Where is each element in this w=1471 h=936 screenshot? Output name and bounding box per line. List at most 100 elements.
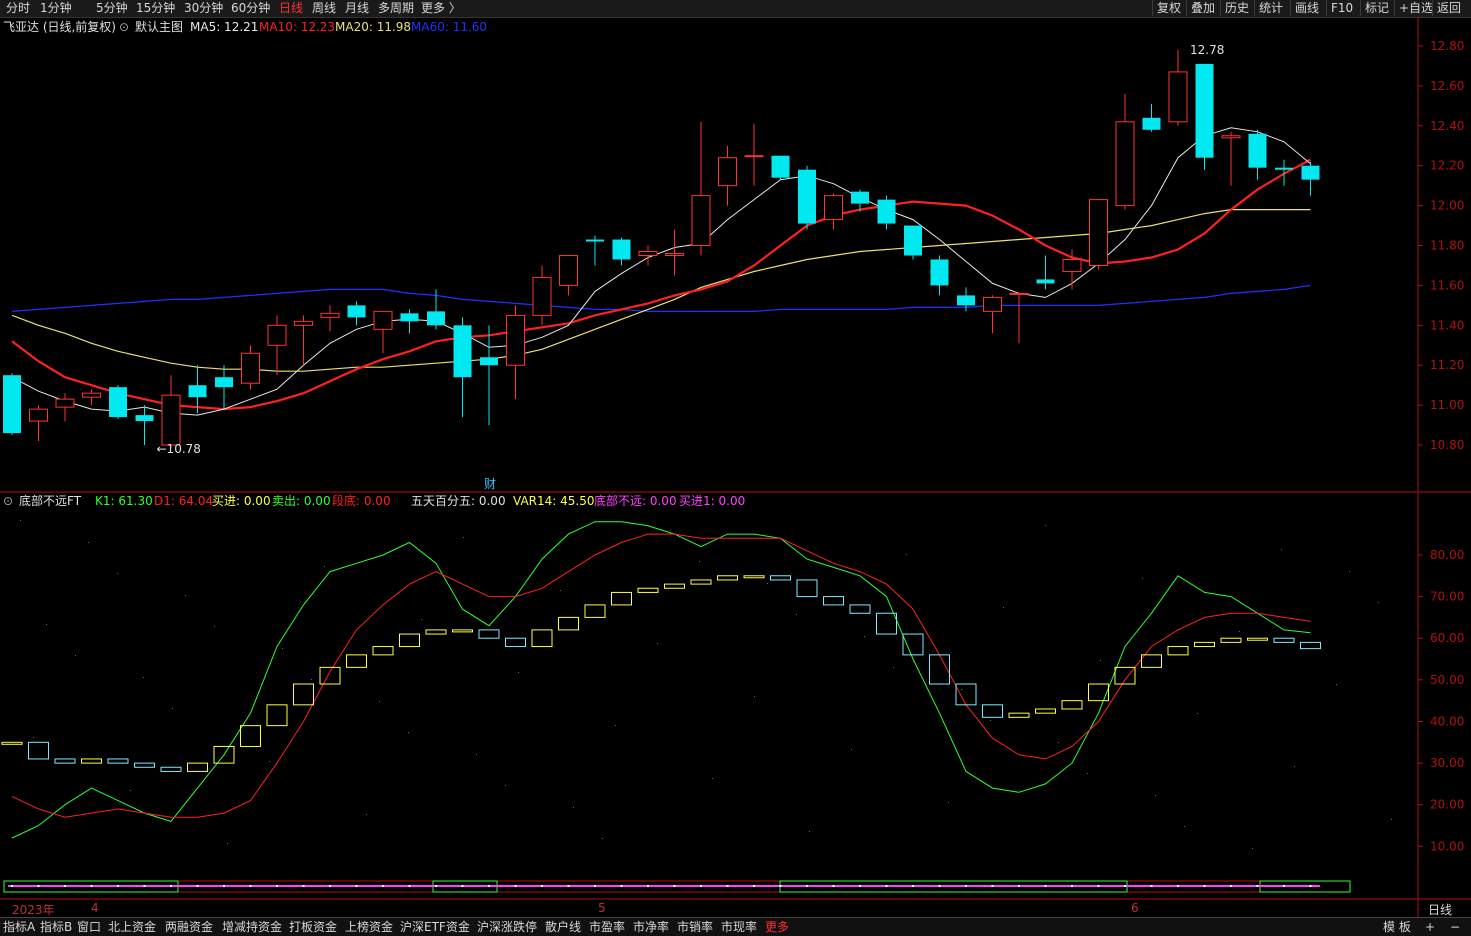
period-tab-more[interactable]: 更多 〉 bbox=[421, 1, 461, 16]
tab-margin[interactable]: 两融资金 bbox=[165, 919, 213, 935]
period-tab-5min[interactable]: 5分钟 bbox=[96, 1, 128, 16]
candle-body-up[interactable] bbox=[82, 392, 101, 398]
history-button[interactable]: 历史 bbox=[1220, 0, 1253, 16]
candle-body-down[interactable] bbox=[1301, 165, 1320, 180]
candle-body-up[interactable] bbox=[718, 157, 737, 187]
tab-pb[interactable]: 市净率 bbox=[633, 919, 669, 935]
candle-body-down[interactable] bbox=[1275, 167, 1293, 170]
period-tab-15min[interactable]: 15分钟 bbox=[136, 1, 175, 16]
var14-box bbox=[558, 616, 579, 631]
candle-body-down[interactable] bbox=[798, 169, 816, 224]
period-tab-1min[interactable]: 1分钟 bbox=[40, 1, 72, 16]
candle-body-up[interactable] bbox=[532, 276, 552, 316]
candle-body-down[interactable] bbox=[1248, 133, 1267, 168]
draw-line-button[interactable]: 画线 bbox=[1290, 0, 1323, 16]
candle-body-up[interactable] bbox=[1168, 71, 1188, 123]
candle-body-up[interactable] bbox=[55, 398, 75, 408]
fuquan-button[interactable]: 复权 bbox=[1152, 0, 1185, 16]
period-tab-daily[interactable]: 日线 bbox=[279, 1, 303, 16]
tab-pcf[interactable]: 市现率 bbox=[721, 919, 757, 935]
candle-body-up[interactable] bbox=[1115, 121, 1135, 207]
candle-body-down[interactable] bbox=[930, 259, 949, 286]
candle-body-down[interactable] bbox=[586, 239, 604, 242]
kline-chart[interactable]: 12.80 12.60 12.40 12.20 12.00 11.80 11.60 11.40… bbox=[0, 17, 1471, 917]
tab-northbound[interactable]: 北上资金 bbox=[108, 919, 156, 935]
candle-body-down[interactable] bbox=[1036, 279, 1055, 284]
tab-ps[interactable]: 市销率 bbox=[677, 919, 713, 935]
back-button[interactable]: 返回 bbox=[1432, 0, 1465, 16]
candle-body-up[interactable] bbox=[373, 310, 393, 330]
period-tab-weekly[interactable]: 周线 bbox=[312, 1, 336, 16]
candle-body-down[interactable] bbox=[904, 225, 922, 256]
tab-more[interactable]: 更多 bbox=[765, 919, 789, 935]
var14-box bbox=[81, 758, 102, 764]
period-tab-multi[interactable]: 多周期 bbox=[378, 1, 414, 16]
zoom-out-icon[interactable]: − bbox=[1450, 919, 1460, 935]
tab-indicator-b[interactable]: 指标B bbox=[40, 919, 72, 935]
candle-body-down[interactable] bbox=[135, 415, 154, 422]
candle-body-down[interactable] bbox=[612, 239, 631, 260]
tab-window[interactable]: 窗口 bbox=[77, 919, 101, 935]
candle-body-down[interactable] bbox=[877, 199, 896, 224]
candle-body-down[interactable] bbox=[400, 313, 419, 322]
candle-body-down[interactable] bbox=[851, 191, 869, 204]
noise-dot bbox=[754, 696, 755, 697]
f10-button[interactable]: F10 bbox=[1326, 0, 1357, 16]
candle-body-down[interactable] bbox=[1195, 63, 1214, 158]
template-button[interactable]: 模 板 bbox=[1383, 919, 1411, 935]
mark-button[interactable]: 标记 bbox=[1360, 0, 1393, 16]
add-watchlist-button[interactable]: +自选 bbox=[1394, 0, 1437, 16]
candle-body-up[interactable] bbox=[1009, 292, 1029, 295]
zoom-in-icon[interactable]: + bbox=[1425, 919, 1435, 935]
candle-body-up[interactable] bbox=[267, 324, 287, 346]
tab-updown[interactable]: 沪深涨跌停 bbox=[477, 919, 537, 935]
noise-dot bbox=[1391, 819, 1392, 820]
candle-body-up[interactable] bbox=[29, 408, 48, 422]
candle-body-down[interactable] bbox=[771, 155, 790, 178]
candle-body-down[interactable] bbox=[427, 311, 445, 326]
tab-retail[interactable]: 散户线 bbox=[545, 919, 581, 935]
candle-body-up[interactable] bbox=[506, 314, 525, 366]
candle-body-down[interactable] bbox=[188, 385, 207, 398]
candle-body-up[interactable] bbox=[1089, 199, 1108, 266]
tab-indicator-a[interactable]: 指标A bbox=[3, 919, 35, 935]
overlay-button[interactable]: 叠加 bbox=[1186, 0, 1219, 16]
period-tab-monthly[interactable]: 月线 bbox=[345, 1, 369, 16]
candle-body-down[interactable] bbox=[347, 305, 366, 318]
candle-body-up[interactable] bbox=[241, 352, 260, 384]
candle-body-down[interactable] bbox=[109, 387, 127, 418]
candle-body-up[interactable] bbox=[744, 155, 764, 158]
candle-body-down[interactable] bbox=[957, 295, 975, 306]
candle-body-up[interactable] bbox=[638, 250, 658, 256]
candle-body-up[interactable] bbox=[559, 254, 578, 286]
candle-body-up[interactable] bbox=[691, 195, 711, 247]
stats-button[interactable]: 统计 bbox=[1254, 0, 1287, 16]
candle-body-up[interactable] bbox=[1221, 135, 1241, 139]
candle-body-down[interactable] bbox=[453, 325, 472, 378]
signal-dot bbox=[170, 885, 172, 887]
var14-box bbox=[28, 741, 49, 760]
tab-etf[interactable]: 沪深ETF资金 bbox=[400, 919, 470, 935]
tab-holding[interactable]: 增减持资金 bbox=[222, 919, 282, 935]
period-tab-60min[interactable]: 60分钟 bbox=[231, 1, 270, 16]
candle-body-up[interactable] bbox=[665, 252, 684, 256]
tab-limit-up[interactable]: 打板资金 bbox=[289, 919, 337, 935]
candle-body-up[interactable] bbox=[294, 320, 313, 326]
tab-toplist[interactable]: 上榜资金 bbox=[345, 919, 393, 935]
candle-body-down[interactable] bbox=[480, 357, 498, 366]
candle-body-up[interactable] bbox=[824, 195, 843, 221]
finance-marker: 财 bbox=[484, 477, 496, 491]
signal-dot bbox=[647, 885, 649, 887]
candle-body-up[interactable] bbox=[1062, 258, 1082, 272]
candle-body-down[interactable] bbox=[215, 377, 233, 388]
high-price-label: 12.78 bbox=[1190, 43, 1224, 57]
candle-body-up[interactable] bbox=[983, 296, 1002, 312]
candle-body-up[interactable] bbox=[161, 394, 181, 446]
tab-pe[interactable]: 市盈率 bbox=[589, 919, 625, 935]
period-tab-fenshi[interactable]: 分时 bbox=[6, 1, 30, 16]
period-tab-30min[interactable]: 30分钟 bbox=[184, 1, 223, 16]
candle-body-down[interactable] bbox=[3, 375, 21, 434]
candle-body-down[interactable] bbox=[1142, 117, 1161, 130]
var14-box bbox=[319, 666, 341, 685]
candle-body-up[interactable] bbox=[320, 312, 340, 318]
